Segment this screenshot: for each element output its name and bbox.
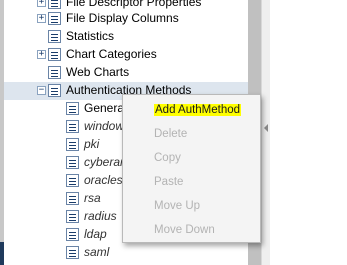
tree-node-icon (66, 120, 79, 133)
tree-node-icon (66, 138, 79, 151)
tree-item-statistics[interactable]: Statistics (4, 28, 248, 46)
tree-item-label: Chart Categories (66, 47, 157, 61)
menu-item-label: Move Down (154, 224, 215, 236)
tree-node-icon (48, 66, 61, 79)
context-menu: Add AuthMethod Delete Copy Paste Move Up… (122, 94, 261, 243)
collapse-icon[interactable]: − (37, 86, 46, 95)
tree-item-label: ldap (84, 227, 107, 241)
tree-item-web-charts[interactable]: Web Charts (4, 64, 248, 82)
expand-icon[interactable]: + (37, 14, 46, 23)
menu-item-add-authmethod[interactable]: Add AuthMethod (154, 102, 242, 118)
menu-item-label: Paste (154, 176, 184, 188)
tree-item-label: General (84, 101, 127, 115)
tree-node-icon (66, 156, 79, 169)
menu-item-move-down[interactable]: Move Down (154, 222, 215, 238)
menu-item-paste[interactable]: Paste (154, 174, 183, 190)
tree-item-label: File Display Columns (66, 11, 179, 25)
tree-item-chart-categories[interactable]: + Chart Categories (4, 46, 248, 64)
tree-item-label: Web Charts (66, 65, 130, 79)
tree-item-label: Statistics (66, 29, 115, 43)
collapse-left-icon[interactable] (264, 124, 268, 132)
menu-item-label: Copy (154, 152, 181, 164)
tree-node-icon (48, 48, 61, 61)
right-pane (270, 0, 347, 265)
tree-node-icon (66, 192, 79, 205)
pane-splitter[interactable] (261, 0, 270, 265)
tree-node-icon (66, 228, 79, 241)
tree-item-label: File Descriptor Properties (66, 0, 202, 9)
tree-item-file-display-columns[interactable]: + File Display Columns (4, 10, 248, 28)
menu-item-copy[interactable]: Copy (154, 150, 181, 166)
menu-item-delete[interactable]: Delete (154, 126, 187, 142)
menu-item-label: Move Up (154, 200, 201, 212)
tree-item-label: pki (84, 137, 100, 151)
menu-item-label: Delete (154, 128, 188, 140)
expand-icon[interactable]: + (37, 50, 46, 59)
tree-item-saml[interactable]: saml (4, 244, 248, 262)
expand-icon[interactable]: + (37, 0, 46, 7)
tree-node-icon (48, 84, 61, 97)
tree-node-icon (66, 246, 79, 259)
tree-item-label: saml (84, 245, 110, 259)
tree-item-label: radius (84, 209, 117, 223)
tree-item-label: rsa (84, 191, 101, 205)
tree-node-icon (48, 0, 61, 9)
tree-node-icon (48, 12, 61, 25)
tree-node-icon (66, 102, 79, 115)
menu-item-move-up[interactable]: Move Up (154, 198, 200, 214)
tree-node-icon (66, 210, 79, 223)
tree-node-icon (48, 30, 61, 43)
menu-item-label: Add AuthMethod (154, 104, 242, 116)
tree-node-icon (66, 174, 79, 187)
